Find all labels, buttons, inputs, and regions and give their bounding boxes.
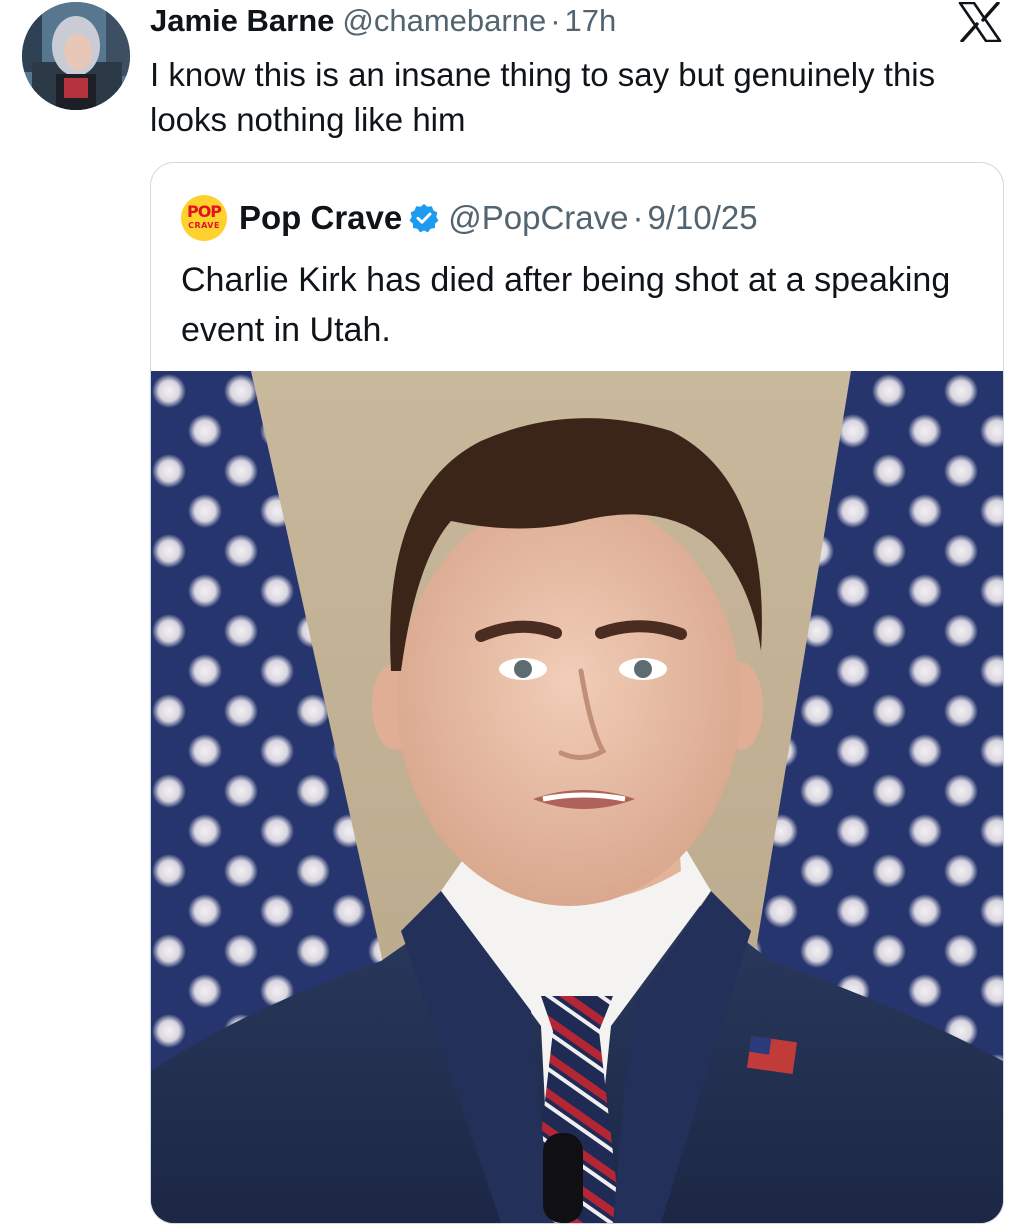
separator-dot: · — [550, 3, 561, 38]
tweet-header: Jamie Barne @chamebarne · 17h — [150, 0, 616, 42]
quoted-author-name[interactable]: Pop Crave — [239, 199, 402, 237]
verified-badge-icon — [409, 204, 439, 233]
quoted-tweet-header: POP CRAVE Pop Crave @PopCrave · 9/10/25 — [181, 193, 758, 243]
avatar[interactable] — [22, 2, 130, 110]
quoted-tweet-text: Charlie Kirk has died after being shot a… — [181, 261, 951, 349]
quoted-tweet-date[interactable]: 9/10/25 — [647, 199, 757, 237]
pop-crave-logo-icon[interactable]: POP CRAVE — [181, 195, 227, 241]
quoted-tweet-photo[interactable] — [151, 371, 1003, 1223]
separator-dot: · — [632, 199, 644, 236]
logo-text-bottom: CRAVE — [188, 221, 220, 230]
tweet-timestamp[interactable]: 17h — [565, 3, 617, 39]
quoted-tweet-card[interactable]: POP CRAVE Pop Crave @PopCrave · 9/10/25 … — [150, 162, 1004, 1224]
quoted-author-handle[interactable]: @PopCrave — [448, 199, 628, 237]
author-name[interactable]: Jamie Barne — [150, 3, 334, 39]
tweet-text: I know this is an insane thing to say bu… — [150, 56, 936, 138]
author-handle[interactable]: @chamebarne — [342, 3, 546, 39]
x-logo-icon — [958, 2, 1002, 42]
logo-text-top: POP — [186, 202, 222, 221]
